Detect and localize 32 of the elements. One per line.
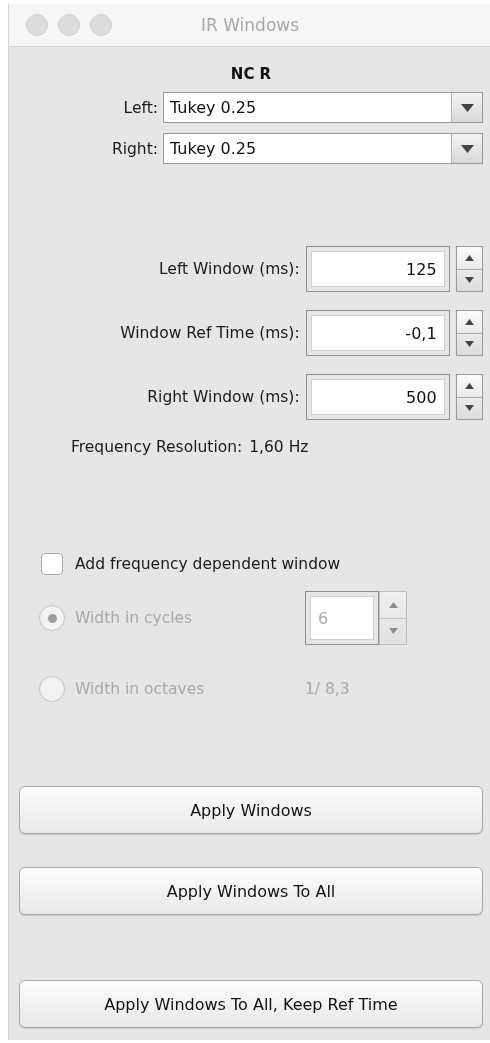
field-label: Frequency Resolution: [71,438,243,456]
caret-icon [460,103,474,112]
field-label: Right Window (ms): [147,388,300,406]
number-field[interactable]: 500 [305,374,450,420]
up-arrow-icon[interactable] [464,318,474,325]
field-label: Left Window (ms): [159,260,300,278]
radio-label: Width in octaves [75,680,206,698]
number-field[interactable]: -0,1 [305,310,450,356]
field-value: 1,60 Hz [249,438,309,456]
heading: NC R [229,65,273,83]
up-arrow-icon[interactable] [464,254,474,261]
stepper[interactable] [455,310,483,356]
down-arrow-icon[interactable] [464,277,474,284]
up-arrow-icon[interactable] [464,382,474,389]
field-label: Window Ref Time (ms): [120,324,300,342]
stepper[interactable] [455,374,483,420]
dropdown[interactable]: Tukey 0.25 [163,92,483,123]
field-label: Left: [123,98,158,117]
stepper[interactable] [455,246,483,292]
caret-icon [460,144,474,153]
checkbox-label: Add frequency dependent window [75,555,341,573]
field-label: Right: [111,139,158,158]
window-title: IR Windows [200,15,300,35]
number-field[interactable]: 125 [305,246,450,292]
down-arrow-icon[interactable] [464,341,474,348]
down-arrow-icon[interactable] [464,405,474,412]
apply-button[interactable]: Apply Windows To All [19,867,483,915]
apply-button[interactable]: Apply Windows [19,786,483,834]
radio-label: Width in cycles [75,609,194,627]
dropdown[interactable]: Tukey 0.25 [163,133,483,164]
checkbox[interactable] [41,553,63,575]
apply-button[interactable]: Apply Windows To All, Keep Ref Time [19,980,483,1028]
